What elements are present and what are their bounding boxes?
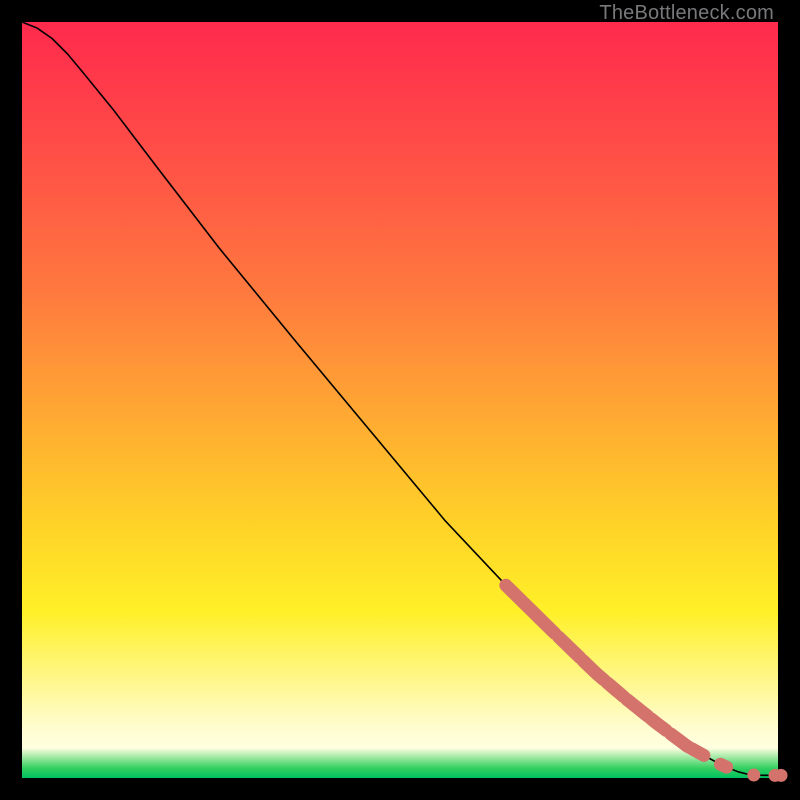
chart-overlay	[22, 22, 778, 778]
marker-group	[506, 585, 788, 782]
marker-segment	[583, 661, 604, 681]
marker-segment	[692, 749, 704, 756]
chart-frame: TheBottleneck.com	[0, 0, 800, 800]
marker-segment	[559, 637, 580, 657]
plot-area	[22, 22, 778, 778]
marker-segment	[627, 699, 648, 716]
marker-segment	[607, 683, 624, 697]
marker-dot	[775, 769, 788, 782]
marker-dot	[747, 768, 760, 781]
marker-segment	[506, 585, 555, 633]
marker-segment	[721, 764, 727, 767]
marker-segment	[651, 719, 666, 731]
curve-line	[22, 22, 778, 775]
